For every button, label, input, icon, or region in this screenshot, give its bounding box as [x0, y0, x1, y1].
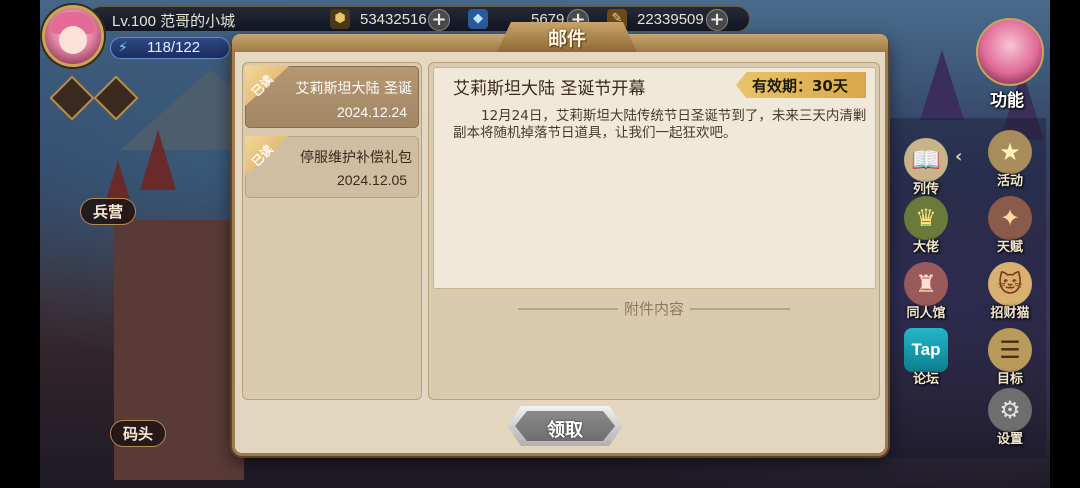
menu-label: 招财猫	[990, 306, 1030, 321]
menu-label: 活动	[996, 174, 1023, 189]
gold-coin-icon: ⬢	[330, 9, 350, 29]
menu-item-biography[interactable]: 📖 列传	[894, 138, 958, 197]
purple-spire	[920, 50, 964, 120]
energy-value: 118/122	[147, 39, 201, 56]
taptap-icon: Tap	[904, 328, 948, 372]
function-label[interactable]: 功能	[990, 86, 1024, 111]
validity-text: 有效期：30天	[752, 77, 848, 95]
mail-title: 艾莉斯坦大陆 圣诞	[295, 81, 412, 97]
mail-date: 2024.12.24	[337, 104, 408, 120]
menu-item-fan-hall[interactable]: ♜ 同人馆	[894, 262, 958, 321]
blue-gem-icon: ◆	[468, 9, 488, 29]
castle-icon: ♜	[904, 262, 948, 306]
lucky-cat-icon: 🐱	[988, 262, 1032, 306]
menu-item-forum[interactable]: Tap 论坛	[894, 328, 958, 387]
player-avatar[interactable]	[42, 5, 104, 67]
add-gold-button[interactable]: +	[428, 9, 450, 31]
menu-label: 列传	[912, 182, 939, 197]
letterbox-right	[1050, 0, 1080, 488]
menu-label: 同人馆	[906, 306, 946, 321]
dialog-title: 邮件	[547, 28, 586, 50]
crown-icon: ♛	[904, 196, 948, 240]
attachment-label: 附件内容	[623, 300, 684, 318]
mail-date: 2024.12.05	[337, 172, 408, 188]
menu-label: 目标	[996, 372, 1023, 387]
letterbox-left	[0, 0, 40, 488]
message-title: 艾莉斯坦大陆 圣诞节开幕	[453, 79, 646, 99]
menu-item-goals[interactable]: ☰ 目标	[978, 328, 1042, 387]
menu-label: 天赋	[996, 240, 1023, 255]
add-ticket-button[interactable]: +	[706, 9, 728, 31]
menu-item-lucky-cat[interactable]: 🐱 招财猫	[978, 262, 1042, 321]
attachment-header: 附件内容	[428, 298, 880, 320]
message-body: 12月24日，艾莉斯坦大陆传统节日圣诞节到了，未来三天内清剿副本将随机掉落节日道…	[453, 108, 867, 141]
claim-button-label[interactable]: 领取	[507, 416, 623, 442]
red-roof	[140, 130, 176, 190]
menu-label: 论坛	[912, 372, 939, 387]
menu-label: 设置	[996, 432, 1023, 447]
menu-label: 大佬	[912, 240, 939, 255]
gold-amount: 53432516	[360, 11, 427, 28]
mail-title: 停服维护补偿礼包	[300, 150, 412, 166]
winged-emblem-icon: ✦	[988, 196, 1032, 240]
book-icon: 📖	[904, 138, 948, 182]
function-avatar[interactable]	[976, 18, 1044, 86]
lightning-icon: ⚡	[118, 40, 128, 56]
star-badge-icon: ★	[988, 130, 1032, 174]
gear-icon: ⚙	[988, 388, 1032, 432]
dock-label[interactable]: 码头	[110, 420, 167, 447]
target-scroll-icon: ☰	[988, 328, 1032, 372]
menu-item-bigshots[interactable]: ♛ 大佬	[894, 196, 958, 255]
menu-item-settings[interactable]: ⚙ 设置	[978, 388, 1042, 447]
message-box	[433, 67, 876, 289]
ticket-amount: 22339509	[637, 11, 704, 28]
player-level-name: Lv.100 范哥的小城	[112, 13, 236, 30]
menu-item-talent[interactable]: ✦ 天赋	[978, 196, 1042, 255]
avatar-face	[59, 26, 87, 54]
barracks-label[interactable]: 兵营	[80, 198, 137, 225]
menu-item-events[interactable]: ★ 活动	[978, 130, 1042, 189]
